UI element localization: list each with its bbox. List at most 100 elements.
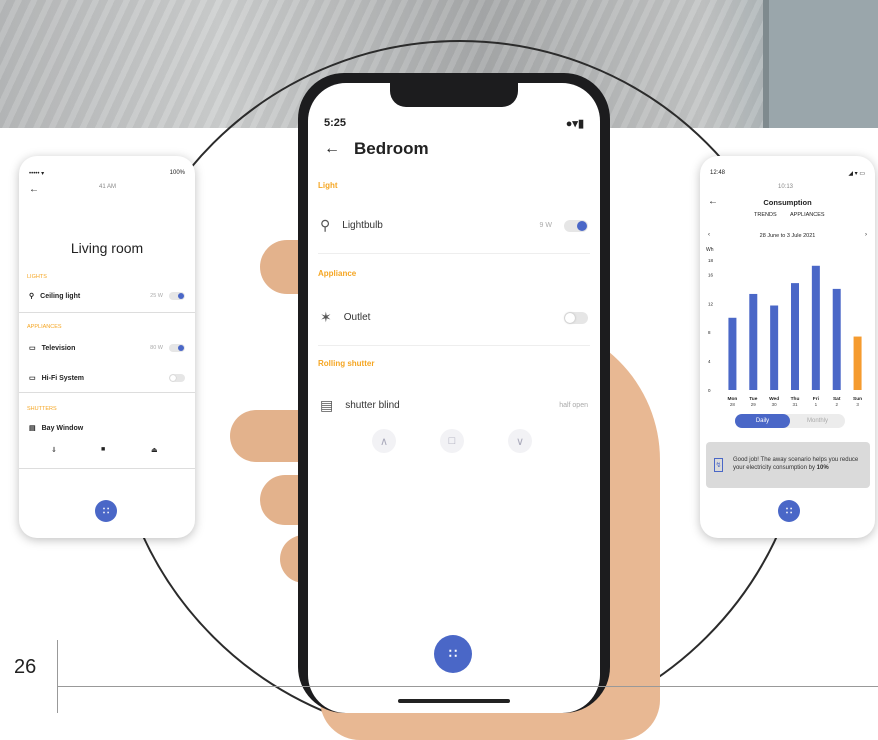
- device-power: 9 W: [539, 222, 552, 229]
- section-shutters: Rolling shutter: [318, 359, 375, 368]
- date-range: 28 June to 3 Jule 2021: [759, 233, 816, 239]
- device-label: Television: [41, 344, 76, 352]
- chart-bar: [791, 283, 799, 390]
- device-label: Outlet: [343, 312, 371, 323]
- carrier: ••••• ▾: [29, 171, 45, 177]
- shutter-down-button[interactable]: ⇓: [51, 446, 57, 454]
- left-phone: ••••• ▾ 100% 41 AM ← Living room LIGHTS …: [19, 156, 195, 538]
- divider: [318, 253, 590, 254]
- back-arrow-icon[interactable]: ←: [29, 184, 39, 195]
- section-shutters: SHUTTERS: [27, 406, 57, 412]
- y-tick-label: 4: [708, 359, 711, 364]
- chart-bar: [811, 265, 820, 390]
- banner-text: Good job! The away scenario helps you re…: [733, 457, 862, 473]
- y-tick-label: 8: [708, 330, 711, 335]
- status-time: 5:25: [324, 117, 347, 129]
- y-tick-label: 12: [708, 301, 714, 306]
- status-icons: ●▾▮: [565, 118, 584, 130]
- tab-trends[interactable]: TRENDS: [754, 212, 777, 218]
- shutter-stop-button[interactable]: □: [440, 429, 464, 453]
- x-date-label: 30: [772, 402, 778, 407]
- status-bar: 5:25 ●▾▮: [324, 117, 584, 130]
- chart-bar: [853, 336, 862, 390]
- device-toggle[interactable]: [169, 344, 185, 352]
- banner-message: Good job! The away scenario helps you re…: [732, 457, 859, 471]
- x-date-label: 3: [856, 402, 859, 407]
- device-label: Hi-Fi System: [41, 374, 85, 382]
- shutter-status: half open: [559, 402, 588, 409]
- page-title: Living room: [70, 240, 144, 256]
- sub-time: 10:13: [778, 184, 794, 190]
- shutter-icon: ▤: [320, 397, 334, 413]
- y-tick-label: 18: [708, 258, 714, 263]
- menu-fab-button[interactable]: ∷: [434, 635, 472, 673]
- device-row-outlet[interactable]: ✶ Outlet: [320, 309, 588, 326]
- device-power: 80 W: [150, 345, 163, 351]
- device-row[interactable]: ▤ Bay Window: [29, 424, 185, 433]
- divider: [19, 392, 195, 393]
- shutter-down-button[interactable]: ∨: [508, 429, 532, 453]
- device-row-shutter[interactable]: ▤ shutter blind half open: [320, 397, 588, 414]
- x-date-label: 31: [792, 402, 798, 407]
- section-light: Light: [318, 181, 338, 190]
- chart-bar: [728, 317, 737, 390]
- right-phone: 12:48 ◢ ▾ ▭ 10:13 ← Consumption TRENDS A…: [700, 156, 875, 538]
- home-indicator: [398, 699, 510, 703]
- device-toggle[interactable]: [169, 374, 185, 382]
- hifi-icon: ▭: [29, 375, 36, 382]
- menu-fab-button[interactable]: ∷: [778, 500, 800, 522]
- back-arrow-icon[interactable]: ←: [324, 140, 340, 158]
- background-window: [763, 0, 878, 128]
- device-row[interactable]: ▭ Hi-Fi System: [29, 374, 185, 382]
- device-label: Lightbulb: [342, 220, 383, 231]
- chart-bar: [749, 293, 758, 390]
- divider: [19, 312, 195, 313]
- y-tick-label: 16: [708, 272, 714, 277]
- page-title: Consumption: [763, 198, 812, 207]
- chart-bar: [770, 305, 779, 390]
- y-tick-label: 0: [708, 388, 711, 393]
- banner-value: 10%: [816, 465, 829, 471]
- status-time: 41 AM: [99, 184, 117, 190]
- divider: [19, 468, 195, 469]
- status-time: 12:48: [710, 170, 726, 176]
- period-toggle[interactable]: Daily Monthly: [735, 414, 845, 428]
- shutter-up-button[interactable]: ∧: [372, 429, 396, 453]
- television-icon: ▭: [29, 345, 36, 352]
- device-power: 25 W: [150, 293, 163, 299]
- house-icon: ↯: [714, 458, 723, 472]
- lightbulb-icon: ⚲: [29, 293, 35, 300]
- device-row[interactable]: ⚲ Ceiling light 25 W: [29, 292, 185, 300]
- period-daily[interactable]: Daily: [735, 414, 790, 428]
- lightbulb-toggle[interactable]: [564, 219, 588, 232]
- device-row-lightbulb[interactable]: ⚲ Lightbulb 9 W: [320, 217, 588, 234]
- info-banner: ↯ Good job! The away scenario helps you …: [706, 442, 870, 488]
- center-phone-screen: 5:25 ●▾▮ ← Bedroom Light ⚲ Lightbulb 9 W…: [308, 83, 600, 713]
- shutter-stop-button[interactable]: ■: [101, 446, 105, 453]
- period-monthly[interactable]: Monthly: [790, 414, 845, 428]
- divider: [57, 686, 878, 687]
- notch: [390, 83, 518, 107]
- consumption-chart: Wh 048121618Mon28Tue29Wed30Thu31Fri1Sat2…: [706, 247, 862, 407]
- divider: [57, 640, 58, 713]
- next-week-icon[interactable]: ›: [865, 232, 867, 238]
- menu-fab-button[interactable]: ∷: [95, 500, 117, 522]
- status-bar: 12:48 ◢ ▾ ▭: [710, 170, 865, 177]
- tab-appliances[interactable]: APPLIANCES: [790, 212, 825, 218]
- y-axis-label: Wh: [706, 247, 714, 253]
- device-toggle[interactable]: [169, 292, 185, 300]
- lightbulb-icon: ⚲: [320, 217, 331, 233]
- center-phone: 5:25 ●▾▮ ← Bedroom Light ⚲ Lightbulb 9 W…: [298, 73, 610, 713]
- outlet-toggle[interactable]: [564, 311, 588, 324]
- divider: [318, 345, 590, 346]
- shutter-up-button[interactable]: ⏏: [151, 446, 158, 454]
- page-number: 26: [14, 656, 37, 678]
- page-title: Bedroom: [354, 139, 429, 158]
- header: ← Bedroom: [324, 139, 429, 159]
- device-row[interactable]: ▭ Television 80 W: [29, 344, 185, 352]
- x-date-label: 2: [835, 402, 838, 407]
- window-icon: ▤: [29, 425, 36, 432]
- outlet-icon: ✶: [320, 309, 332, 325]
- section-appliances: APPLIANCES: [27, 324, 62, 330]
- device-label: Ceiling light: [40, 292, 81, 300]
